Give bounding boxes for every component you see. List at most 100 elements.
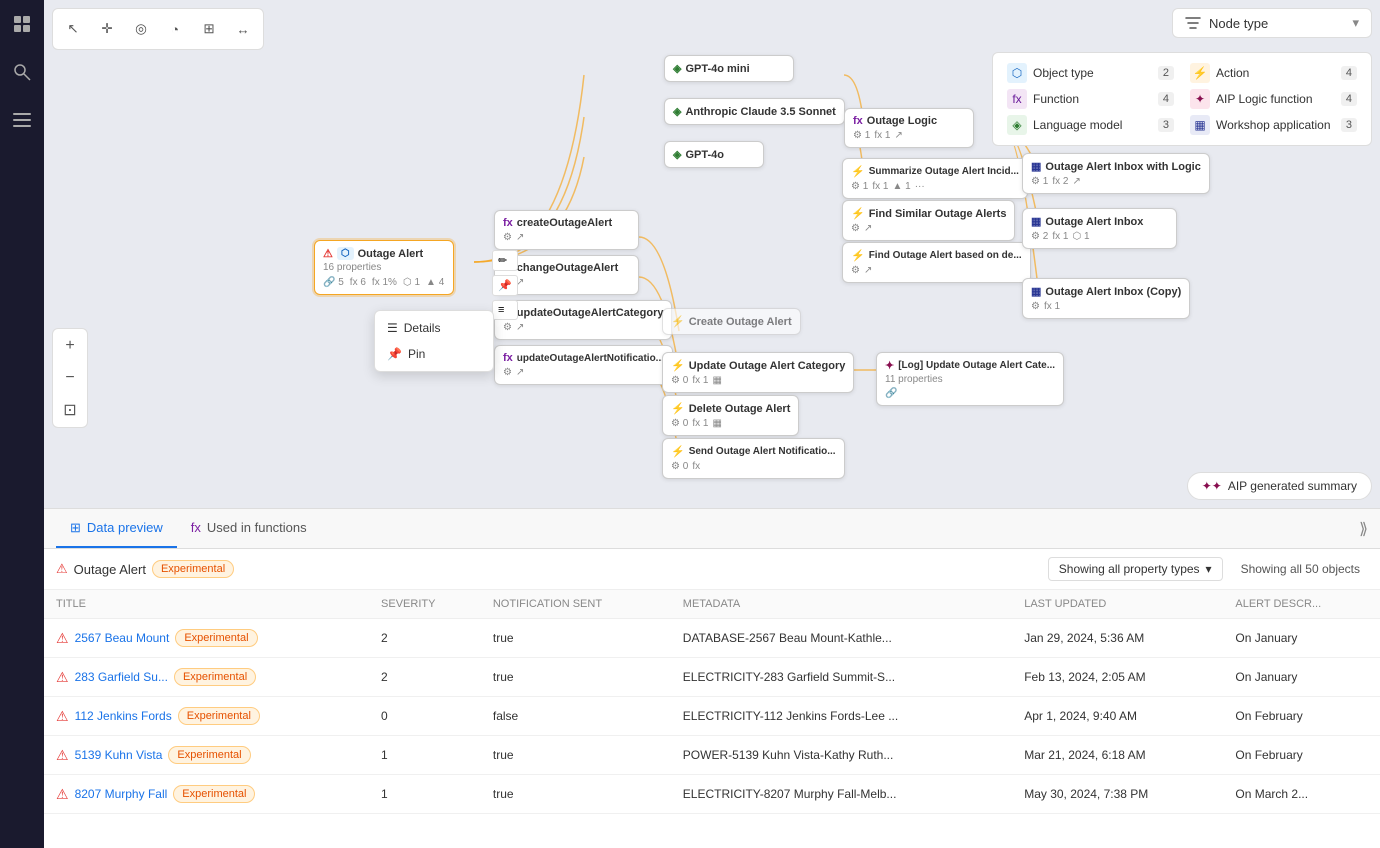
row-warning-icon: ⚠ (56, 786, 69, 803)
title-link[interactable]: 8207 Murphy Fall (75, 787, 168, 801)
inbox-logic-node[interactable]: ▦ Outage Alert Inbox with Logic ⚙ 1fx 2↗ (1022, 153, 1210, 194)
update-category-node[interactable]: fx updateOutageAlertCategory ⚙↗ (494, 300, 672, 340)
context-pin[interactable]: 📌 Pin (375, 341, 493, 367)
pointer-tool-button[interactable]: ↖ (57, 13, 89, 45)
find-similar-node[interactable]: ⚡ Find Similar Outage Alerts ⚙↗ (842, 200, 1015, 241)
row-badge: Experimental (173, 785, 255, 803)
row-warning-icon: ⚠ (56, 669, 69, 686)
details-label: Details (404, 321, 441, 335)
edit-icon[interactable]: ✏ (492, 250, 518, 271)
context-menu: ☰ Details 📌 Pin (374, 310, 494, 372)
title-link[interactable]: 112 Jenkins Fords (75, 709, 172, 723)
table-area[interactable]: ⚠ Outage Alert Experimental Showing all … (44, 549, 1380, 848)
outage-alert-node[interactable]: ⚠ ⬡ Outage Alert 16 properties 🔗 5fx 6fx… (314, 240, 454, 295)
context-details[interactable]: ☰ Details (375, 315, 493, 341)
aip-summary-icon: ✦✦ (1202, 479, 1222, 493)
sidebar-icon-search[interactable] (6, 56, 38, 88)
chevron-down-icon: ▾ (1352, 15, 1359, 31)
aip-summary-button[interactable]: ✦✦ AIP generated summary (1187, 472, 1372, 500)
language-label: Language model (1033, 118, 1122, 132)
cell-severity: 1 (369, 775, 481, 814)
pin-canvas-icon[interactable]: 📌 (492, 275, 518, 296)
cell-alert-desc: On February (1223, 697, 1380, 736)
action-icon: ⚡ (1190, 63, 1210, 83)
workshop-count: 3 (1341, 118, 1357, 132)
fx-icon: fx (191, 520, 201, 535)
cell-title: ⚠ 8207 Murphy Fall Experimental (44, 775, 369, 814)
language-icon: ◈ (1007, 115, 1027, 135)
sidebar-icon-list[interactable] (6, 104, 38, 136)
sidebar-icon-grid[interactable] (6, 8, 38, 40)
inbox-node[interactable]: ▦ Outage Alert Inbox ⚙ 2fx 1⬡ 1 (1022, 208, 1177, 249)
table-row[interactable]: ⚠ 2567 Beau Mount Experimental 2 true DA… (44, 619, 1380, 658)
used-in-functions-label: Used in functions (207, 520, 307, 535)
table-row[interactable]: ⚠ 8207 Murphy Fall Experimental 1 true E… (44, 775, 1380, 814)
collapse-panel-button[interactable]: ⟫ (1359, 519, 1368, 539)
chevron-down-filter-icon: ▾ (1206, 562, 1212, 576)
zoom-in-button[interactable]: + (55, 331, 85, 361)
object-type-label: Object type (1033, 66, 1094, 80)
cell-title: ⚠ 112 Jenkins Fords Experimental (44, 697, 369, 736)
select-tool-button[interactable]: ✛ (91, 13, 123, 45)
cell-metadata: DATABASE-2567 Beau Mount-Kathle... (671, 619, 1012, 658)
table-row[interactable]: ⚠ 283 Garfield Su... Experimental 2 true… (44, 658, 1380, 697)
zoom-out-button[interactable]: − (55, 363, 85, 393)
function-icon: fx (1007, 89, 1027, 109)
node-type-selector[interactable]: Node type ▾ (1172, 8, 1372, 38)
log-update-node[interactable]: ✦ [Log] Update Outage Alert Cate... 11 p… (876, 352, 1064, 406)
aip-summary-label: AIP generated summary (1228, 479, 1357, 493)
title-link[interactable]: 2567 Beau Mount (75, 631, 170, 645)
inbox-copy-node[interactable]: ▦ Outage Alert Inbox (Copy) ⚙fx 1 (1022, 278, 1190, 319)
cell-metadata: ELECTRICITY-112 Jenkins Fords-Lee ... (671, 697, 1012, 736)
menu-icon[interactable]: ≡ (492, 300, 518, 320)
create-outage-alert-node[interactable]: fx createOutageAlert ⚙↗ (494, 210, 639, 250)
row-warning-icon: ⚠ (56, 747, 69, 764)
arrow-tool-button[interactable]: ↔ (227, 13, 259, 45)
send-notif-action-node[interactable]: ⚡ Send Outage Alert Notificatio... ⚙ 0fx (662, 438, 845, 479)
create-outage-action-node[interactable]: ⚡ Create Outage Alert (662, 308, 801, 335)
delete-action-node[interactable]: ⚡ Delete Outage Alert ⚙ 0fx 1▦ (662, 395, 799, 436)
cell-metadata: ELECTRICITY-283 Garfield Summit-S... (671, 658, 1012, 697)
function-count: 4 (1158, 92, 1174, 106)
legend-language: ◈ Language model 3 (1007, 115, 1174, 135)
cell-alert-desc: On January (1223, 619, 1380, 658)
row-warning-icon: ⚠ (56, 630, 69, 647)
zoom-fit-button[interactable]: ⊡ (55, 395, 85, 425)
grid-tool-button[interactable]: ⊞ (193, 13, 225, 45)
workshop-label: Workshop application (1216, 118, 1331, 132)
language-count: 3 (1158, 118, 1174, 132)
update-notification-node[interactable]: fx updateOutageAlertNotificatio... ⚙↗ (494, 345, 673, 385)
cell-last-updated: May 30, 2024, 7:38 PM (1012, 775, 1223, 814)
showing-objects-label: Showing all 50 objects (1233, 562, 1368, 576)
object-badge: Experimental (152, 560, 234, 578)
cell-alert-desc: On January (1223, 658, 1380, 697)
title-link[interactable]: 5139 Kuhn Vista (75, 748, 163, 762)
col-severity: SEVERITY (369, 590, 481, 619)
summarize-node[interactable]: ⚡ Summarize Outage Alert Incid... ⚙ 1fx … (842, 158, 1028, 199)
table-row[interactable]: ⚠ 5139 Kuhn Vista Experimental 1 true PO… (44, 736, 1380, 775)
gpt4-mini-node[interactable]: ◈ GPT-4o mini (664, 55, 794, 82)
table-row[interactable]: ⚠ 112 Jenkins Fords Experimental 0 false… (44, 697, 1380, 736)
pin-icon: 📌 (387, 347, 402, 361)
pie-tool-button[interactable]: ◔ (159, 13, 191, 45)
gpt4-node[interactable]: ◈ GPT-4o (664, 141, 764, 168)
data-preview-label: Data preview (87, 520, 163, 535)
canvas-area[interactable]: ↖ ✛ ◎ ◔ ⊞ ↔ Node type ▾ ⬡ Object type 2 (44, 0, 1380, 508)
object-label: Outage Alert (74, 562, 146, 577)
update-cat-action-node[interactable]: ⚡ Update Outage Alert Category ⚙ 0fx 1▦ (662, 352, 854, 393)
find-outage-node[interactable]: ⚡ Find Outage Alert based on de... ⚙↗ (842, 242, 1031, 283)
data-preview-tab[interactable]: ⊞ Data preview (56, 509, 177, 548)
used-in-functions-tab[interactable]: fx Used in functions (177, 509, 321, 548)
table-header-row: TITLE SEVERITY NOTIFICATION SENT METADAT… (44, 590, 1380, 619)
title-link[interactable]: 283 Garfield Su... (75, 670, 168, 684)
target-tool-button[interactable]: ◎ (125, 13, 157, 45)
outage-logic-node[interactable]: fx Outage Logic ⚙ 1fx 1↗ (844, 108, 974, 148)
bottom-tabs: ⊞ Data preview fx Used in functions ⟫ (44, 509, 1380, 549)
action-count: 4 (1341, 66, 1357, 80)
property-type-filter-button[interactable]: Showing all property types ▾ (1048, 557, 1223, 581)
legend-function: fx Function 4 (1007, 89, 1174, 109)
cell-last-updated: Feb 13, 2024, 2:05 AM (1012, 658, 1223, 697)
outage-alert-badge: ⚠ Outage Alert Experimental (56, 560, 234, 578)
anthropic-node[interactable]: ◈ Anthropic Claude 3.5 Sonnet (664, 98, 845, 125)
warning-icon-badge: ⚠ (56, 561, 68, 577)
